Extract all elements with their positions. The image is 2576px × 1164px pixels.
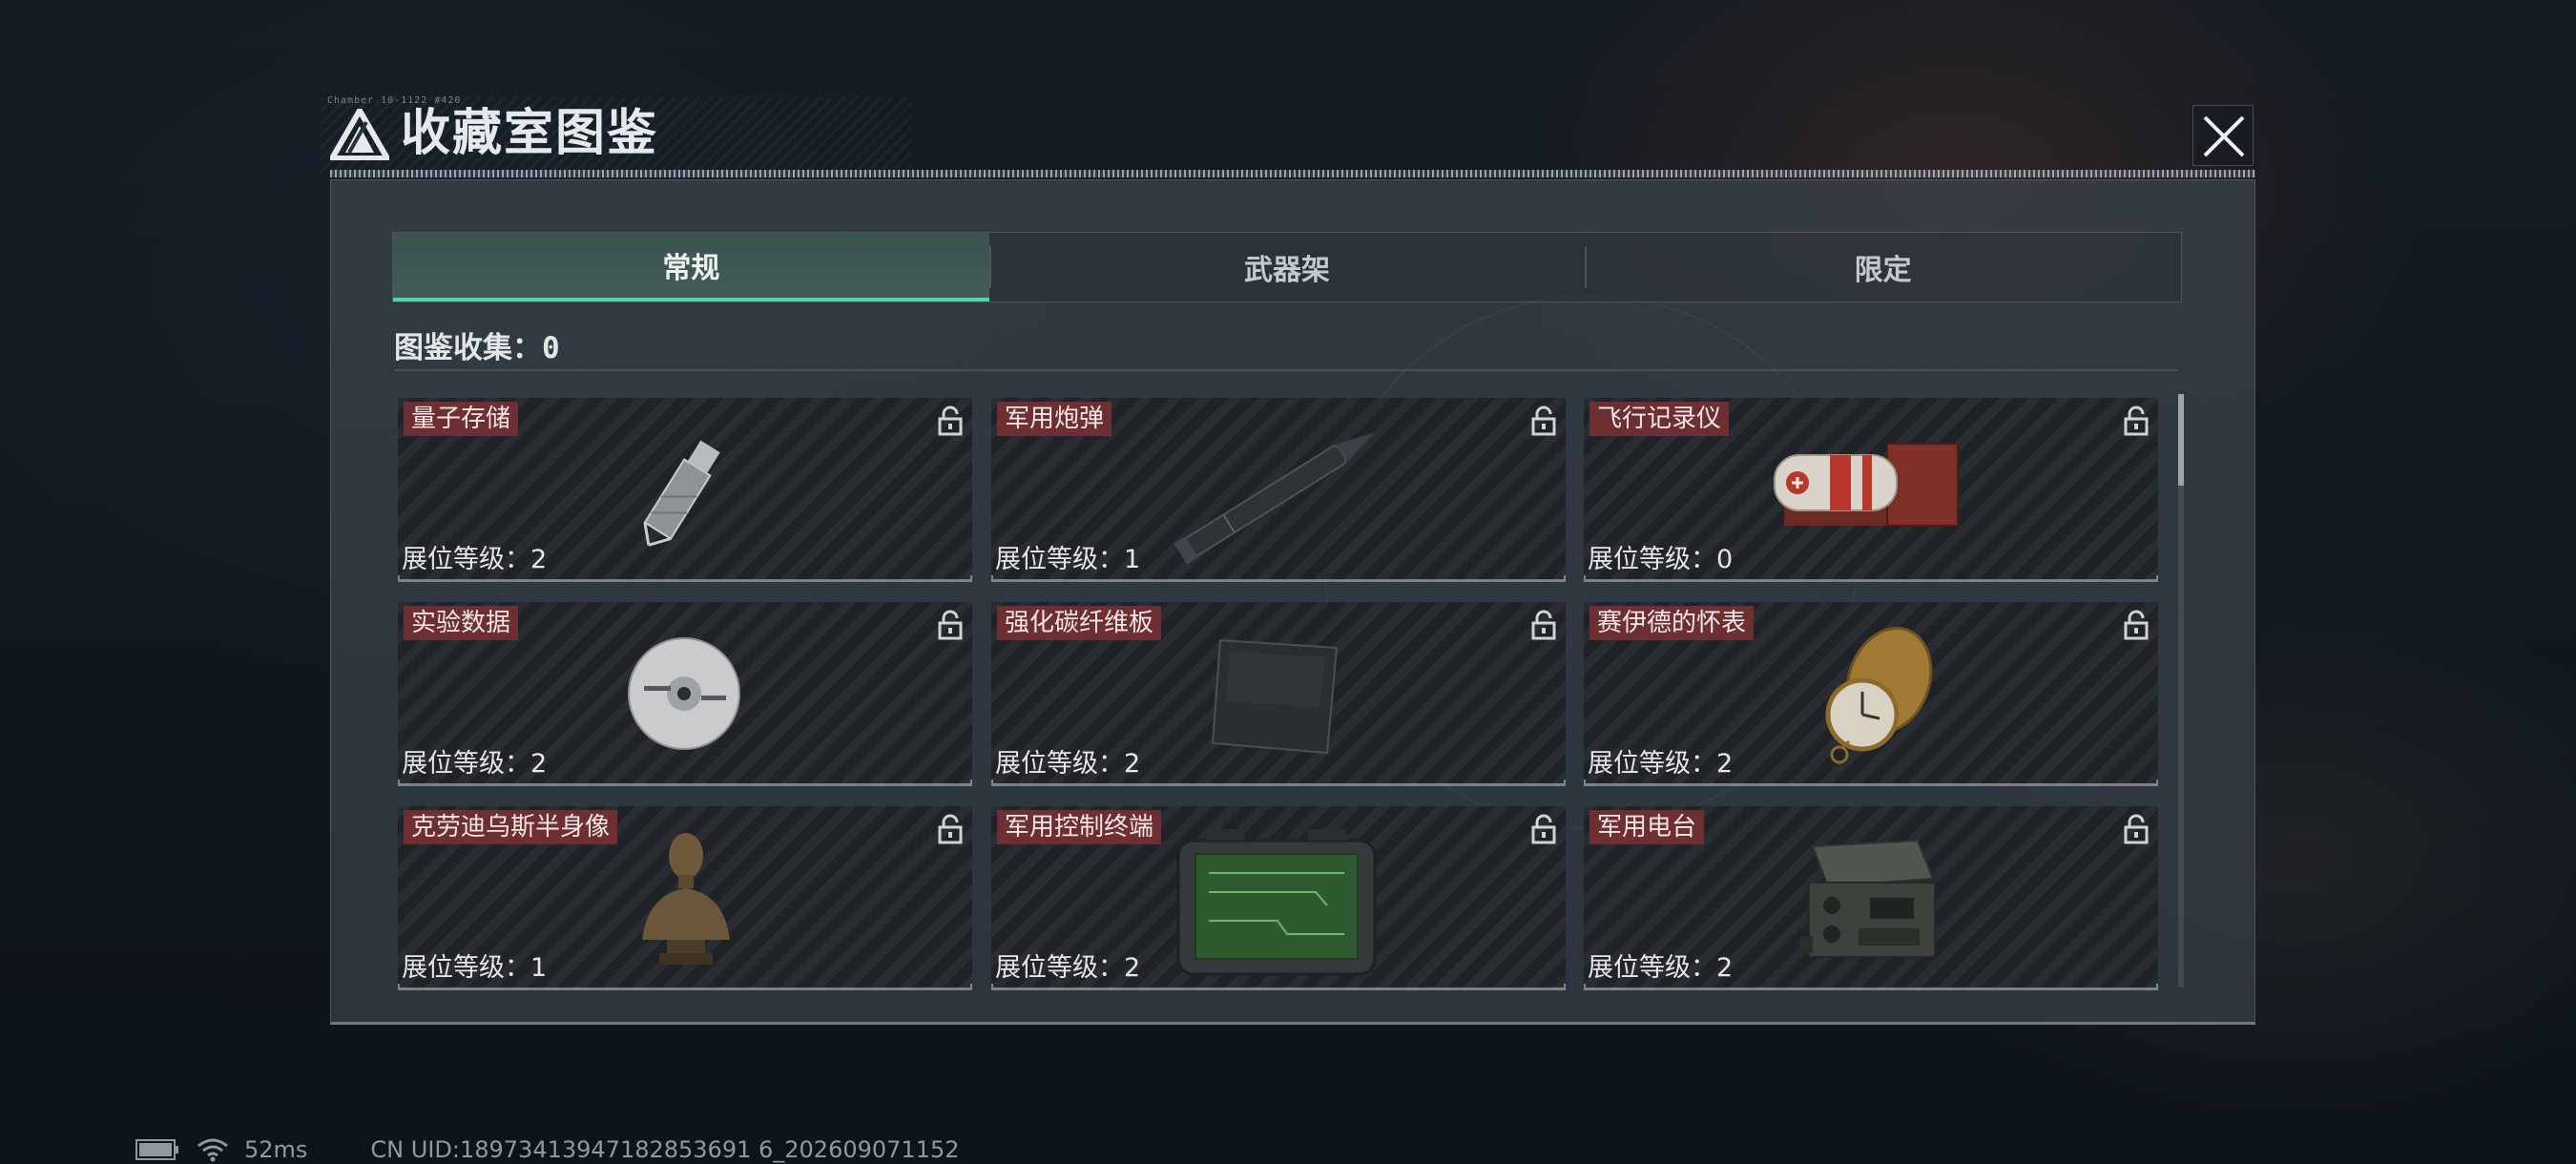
collection-count: 图鉴收集：0 [394,323,560,366]
lock-icon [2124,814,2149,844]
card-name: 赛伊德的怀表 [1589,606,1755,640]
card-level-value: 2 [1716,749,1734,779]
card-level: 展位等级：2 [995,946,1140,984]
card-level-value: 0 [1716,545,1734,574]
card-name: 军用控制终端 [997,810,1162,844]
collection-card[interactable]: 军用电台 展位等级：2 [1584,806,2158,990]
lock-icon [938,405,963,436]
card-level-value: 1 [1124,545,1141,574]
collection-card[interactable]: 实验数据 展位等级：2 [398,602,972,786]
lock-icon [938,814,963,844]
header-stripe [330,170,2255,177]
card-level-value: 2 [1124,953,1141,983]
card-level-value: 2 [1124,749,1141,779]
card-level: 展位等级：1 [402,946,547,984]
card-level-label: 展位等级： [1588,953,1716,983]
user-uid: CN UID:18973413947182853691 6_2026090711… [370,1136,960,1163]
card-level-label: 展位等级： [402,953,530,983]
close-button[interactable] [2192,105,2254,166]
category-tabs: 常规 武器架 限定 [392,232,2182,302]
card-level-value: 2 [530,545,548,574]
card-level-label: 展位等级： [1588,749,1716,779]
lock-icon [1531,405,1556,436]
card-level: 展位等级：1 [995,538,1140,575]
card-level-label: 展位等级： [995,545,1124,574]
close-icon [2203,115,2245,157]
card-level-value: 2 [1716,953,1734,983]
collection-card[interactable]: 军用控制终端 展位等级：2 [991,806,1566,990]
collection-count-value: 0 [542,331,560,365]
collection-dialog: 常规 武器架 限定 图鉴收集：0 量子存储 展位等级：2 军用炮弹 展位等级：1… [330,179,2255,1025]
card-name: 克劳迪乌斯半身像 [404,810,618,844]
card-level-label: 展位等级： [402,749,530,779]
battery-icon [135,1139,178,1160]
status-bar: 52ms CN UID:18973413947182853691 6_20260… [135,1135,960,1164]
dialog-title: 收藏室图鉴 [401,105,659,162]
card-level-label: 展位等级： [402,545,530,574]
card-level: 展位等级：2 [1588,742,1733,779]
card-level: 展位等级：0 [1588,538,1733,575]
card-name: 飞行记录仪 [1589,402,1730,436]
collection-card[interactable]: 飞行记录仪 展位等级：0 [1584,398,2158,582]
lock-icon [2124,610,2149,640]
tab-regular[interactable]: 常规 [393,233,989,301]
lock-icon [938,610,963,640]
lock-icon [1531,814,1556,844]
collection-card[interactable]: 克劳迪乌斯半身像 展位等级：1 [398,806,972,990]
lock-icon [1531,610,1556,640]
collection-count-label: 图鉴收集： [394,331,542,365]
card-level-label: 展位等级： [1588,545,1716,574]
collection-card[interactable]: 军用炮弹 展位等级：1 [991,398,1566,582]
collection-card[interactable]: 强化碳纤维板 展位等级：2 [991,602,1566,786]
grid-scrollbar[interactable] [2178,394,2184,987]
card-level: 展位等级：2 [1588,946,1733,984]
scrollbar-thumb[interactable] [2178,394,2184,486]
card-name: 强化碳纤维板 [997,606,1162,640]
divider [394,369,2178,371]
collection-grid: 量子存储 展位等级：2 军用炮弹 展位等级：1 飞行记录仪 展位等级：0 实验数… [398,398,2165,994]
card-name: 实验数据 [404,606,519,640]
lock-icon [2124,405,2149,436]
collection-card[interactable]: 量子存储 展位等级：2 [398,398,972,582]
card-name: 量子存储 [404,402,519,436]
card-level-label: 展位等级： [995,953,1124,983]
card-level-value: 1 [530,953,548,983]
card-level-value: 2 [530,749,548,779]
card-level: 展位等级：2 [402,742,547,779]
card-level-label: 展位等级： [995,749,1124,779]
tab-weapon-rack[interactable]: 武器架 [988,233,1586,301]
wifi-icon [197,1138,228,1162]
collection-card[interactable]: 赛伊德的怀表 展位等级：2 [1584,602,2158,786]
card-name: 军用电台 [1589,810,1705,844]
tab-limited[interactable]: 限定 [1585,233,2181,301]
delta-logo-icon [330,109,389,160]
ping-value: 52ms [244,1136,308,1163]
card-name: 军用炮弹 [997,402,1112,436]
card-level: 展位等级：2 [402,538,547,575]
card-level: 展位等级：2 [995,742,1140,779]
